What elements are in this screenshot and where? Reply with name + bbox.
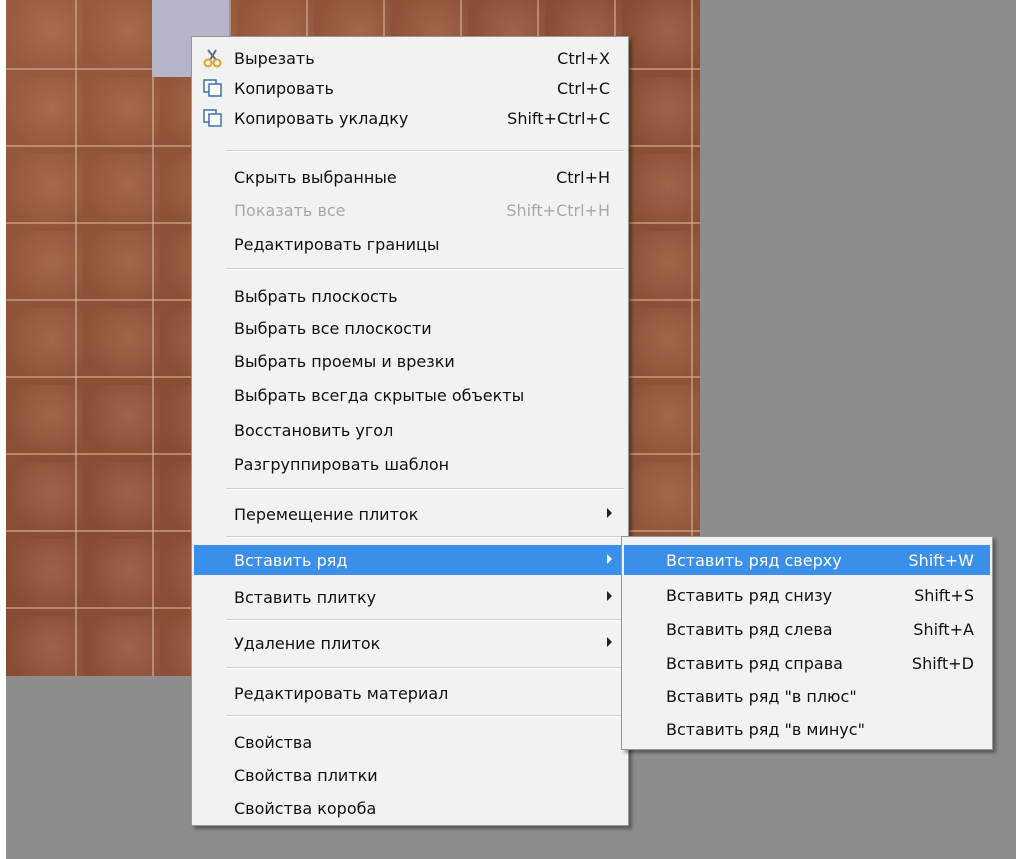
menu-item-show-all: Показать все Shift+Ctrl+H [194, 195, 626, 225]
menu-item-label: Вставить плитку [234, 587, 377, 607]
submenu-arrow-icon [607, 591, 612, 601]
menu-item-label: Свойства плитки [234, 765, 378, 785]
menu-item-insert-tile[interactable]: Вставить плитку [194, 582, 626, 612]
submenu-item-shortcut: Shift+A [913, 619, 974, 639]
menu-item-label: Перемещение плиток [234, 504, 419, 524]
copy-layout-icon [202, 108, 224, 128]
menu-item-select-all-planes[interactable]: Выбрать все плоскости [194, 313, 626, 343]
menu-item-label: Выбрать всегда скрытые объекты [234, 385, 525, 405]
scissors-icon [202, 48, 224, 68]
menu-separator [226, 667, 624, 669]
submenu-item-label: Вставить ряд "в плюс" [666, 686, 857, 706]
menu-item-cut[interactable]: Вырезать Ctrl+X [194, 43, 626, 73]
menu-item-edit-borders[interactable]: Редактировать границы [194, 229, 626, 259]
menu-item-delete-tiles[interactable]: Удаление плиток [194, 628, 626, 658]
menu-item-move-tiles[interactable]: Перемещение плиток [194, 499, 626, 529]
menu-item-label: Выбрать все плоскости [234, 318, 432, 338]
menu-item-insert-row[interactable]: Вставить ряд [194, 545, 626, 575]
submenu-item-insert-row-minus[interactable]: Вставить ряд "в минус" [624, 714, 990, 744]
submenu-item-label: Вставить ряд "в минус" [666, 719, 865, 739]
menu-separator [226, 488, 624, 490]
menu-item-shortcut: Ctrl+X [557, 48, 610, 68]
menu-item-ungroup-template[interactable]: Разгруппировать шаблон [194, 449, 626, 479]
menu-item-label: Скрыть выбранные [234, 167, 397, 187]
submenu-item-shortcut: Shift+D [911, 653, 974, 673]
submenu-item-insert-row-top[interactable]: Вставить ряд сверху Shift+W [624, 545, 990, 575]
menu-item-label: Показать все [234, 200, 346, 220]
menu-separator [226, 715, 624, 717]
menu-item-label: Удаление плиток [234, 633, 381, 653]
insert-row-submenu: Вставить ряд сверху Shift+W Вставить ряд… [621, 536, 993, 750]
menu-item-shortcut: Shift+Ctrl+C [507, 108, 610, 128]
submenu-item-insert-row-left[interactable]: Вставить ряд слева Shift+A [624, 614, 990, 644]
menu-item-shortcut: Ctrl+C [556, 78, 610, 98]
menu-item-label: Выбрать плоскость [234, 286, 398, 306]
menu-item-properties[interactable]: Свойства [194, 727, 626, 757]
context-menu: Вырезать Ctrl+X Копировать Ctrl+C Копиро… [191, 36, 629, 826]
submenu-arrow-icon [607, 508, 612, 518]
submenu-item-label: Вставить ряд снизу [666, 585, 833, 605]
menu-separator [226, 150, 624, 152]
menu-item-label: Выбрать проемы и врезки [234, 351, 455, 371]
menu-item-label: Свойства [234, 732, 313, 752]
submenu-item-shortcut: Shift+W [908, 550, 974, 570]
menu-item-label: Свойства короба [234, 798, 377, 818]
submenu-item-label: Вставить ряд справа [666, 653, 843, 673]
submenu-item-insert-row-bottom[interactable]: Вставить ряд снизу Shift+S [624, 580, 990, 610]
menu-item-hide-selected[interactable]: Скрыть выбранные Ctrl+H [194, 162, 626, 192]
menu-separator [226, 268, 624, 270]
menu-item-label: Вырезать [234, 48, 315, 68]
menu-item-restore-angle[interactable]: Восстановить угол [194, 415, 626, 445]
menu-item-label: Редактировать материал [234, 683, 449, 703]
menu-item-label: Вставить ряд [234, 550, 348, 570]
menu-item-box-properties[interactable]: Свойства короба [194, 793, 626, 823]
menu-separator [226, 619, 624, 621]
menu-item-copy-layout[interactable]: Копировать укладку Shift+Ctrl+C [194, 103, 626, 133]
submenu-item-insert-row-right[interactable]: Вставить ряд справа Shift+D [624, 648, 990, 678]
submenu-item-shortcut: Shift+S [914, 585, 974, 605]
menu-item-select-openings[interactable]: Выбрать проемы и врезки [194, 346, 626, 376]
submenu-item-label: Вставить ряд сверху [666, 550, 842, 570]
menu-item-shortcut: Ctrl+H [556, 167, 610, 187]
submenu-item-label: Вставить ряд слева [666, 619, 833, 639]
menu-item-edit-material[interactable]: Редактировать материал [194, 678, 626, 708]
menu-item-copy[interactable]: Копировать Ctrl+C [194, 73, 626, 103]
menu-item-label: Копировать [234, 78, 334, 98]
menu-separator [226, 536, 624, 538]
submenu-arrow-icon [607, 637, 612, 647]
menu-item-select-plane[interactable]: Выбрать плоскость [194, 281, 626, 311]
menu-item-tile-properties[interactable]: Свойства плитки [194, 760, 626, 790]
submenu-arrow-icon [607, 554, 612, 564]
menu-item-shortcut: Shift+Ctrl+H [506, 200, 610, 220]
menu-item-label: Редактировать границы [234, 234, 440, 254]
menu-item-label: Восстановить угол [234, 420, 394, 440]
menu-item-label: Разгруппировать шаблон [234, 454, 450, 474]
copy-icon [202, 78, 224, 98]
menu-item-label: Копировать укладку [234, 108, 409, 128]
menu-item-select-hidden[interactable]: Выбрать всегда скрытые объекты [194, 380, 626, 410]
submenu-item-insert-row-plus[interactable]: Вставить ряд "в плюс" [624, 681, 990, 711]
